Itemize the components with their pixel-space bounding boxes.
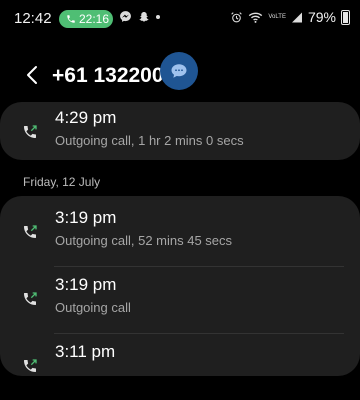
notification-dot [156, 14, 160, 19]
divider [54, 266, 344, 267]
snapchat-icon [139, 11, 149, 22]
call-log-entry[interactable]: 3:19 pm Outgoing call [0, 269, 360, 333]
call-time: 3:19 pm [55, 275, 117, 294]
call-log-entry[interactable]: 4:29 pm Outgoing call, 1 hr 2 mins 0 sec… [0, 102, 360, 166]
chevron-left-icon [27, 66, 37, 84]
page-title: +61 132200 [52, 64, 164, 87]
alarm-icon [231, 11, 243, 22]
status-time: 12:42 [14, 10, 52, 27]
message-button[interactable] [160, 52, 198, 90]
wifi-icon [249, 12, 263, 23]
signal-icon [291, 12, 302, 22]
divider [54, 333, 344, 334]
back-button[interactable] [20, 62, 44, 88]
call-description: Outgoing call [55, 300, 131, 315]
battery-percentage: 79% [307, 9, 336, 25]
volte-label: VoLTE [268, 14, 286, 20]
outgoing-call-icon [24, 225, 37, 238]
call-description: Outgoing call, 52 mins 45 secs [55, 233, 233, 248]
date-group-header: Friday, 12 July [23, 175, 101, 189]
outgoing-call-icon [24, 125, 37, 138]
status-bar: 12:42 22:16 VoLTE 79% [0, 0, 360, 36]
messenger-icon [120, 11, 131, 22]
outgoing-call-icon [24, 359, 37, 372]
date-group-card: 3:19 pm Outgoing call, 52 mins 45 secs 3… [0, 196, 360, 376]
battery-icon [341, 9, 350, 25]
recent-calls-card: 4:29 pm Outgoing call, 1 hr 2 mins 0 sec… [0, 102, 360, 160]
call-time: 3:19 pm [55, 208, 117, 227]
chat-bubble-icon [171, 64, 187, 78]
call-description: Outgoing call, 1 hr 2 mins 0 secs [55, 133, 244, 148]
ongoing-call-chip[interactable]: 22:16 [59, 10, 113, 28]
call-log-entry[interactable]: 3:19 pm Outgoing call, 52 mins 45 secs [0, 202, 360, 266]
contact-header: +61 132200 [0, 52, 360, 96]
call-time: 4:29 pm [55, 108, 117, 127]
outgoing-call-icon [24, 292, 37, 305]
call-time: 3:11 pm [55, 342, 116, 361]
phone-icon [67, 15, 75, 23]
call-log-entry[interactable]: 3:11 pm [0, 336, 360, 400]
call-duration: 22:16 [79, 12, 110, 26]
